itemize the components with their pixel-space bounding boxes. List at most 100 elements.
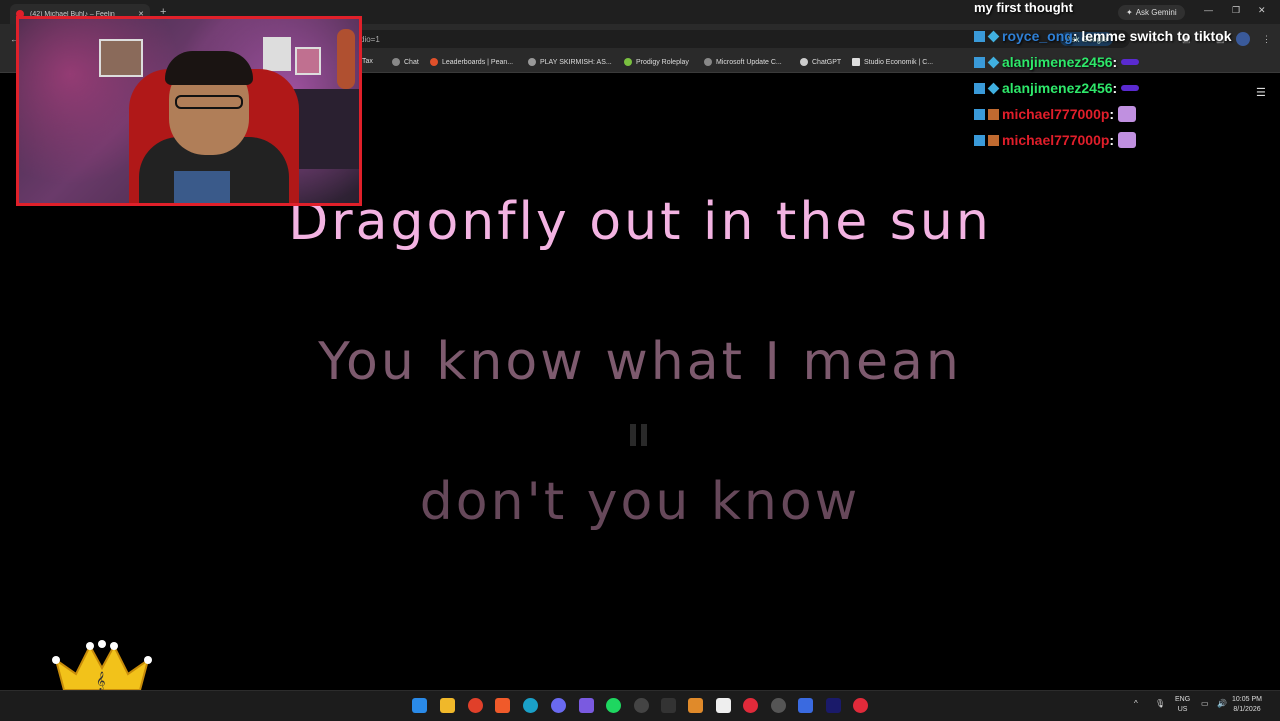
- ask-gemini-button[interactable]: ✦ Ask Gemini: [1118, 5, 1185, 20]
- file-explorer-icon[interactable]: [440, 698, 455, 713]
- sparkle-icon: ✦: [1126, 8, 1133, 17]
- chat-message: alanjimenez2456 :: [974, 49, 1234, 75]
- emote-icon: [1118, 106, 1137, 122]
- glasses-image: [175, 95, 243, 109]
- clock-date: 8/1/2026: [1233, 706, 1261, 713]
- bookmark-item[interactable]: Studio Economik | C...: [852, 58, 933, 66]
- more-menu-icon[interactable]: ⋮: [1262, 34, 1271, 45]
- prime-badge-icon: [974, 30, 985, 42]
- calendar-app-icon[interactable]: [798, 698, 813, 713]
- minimize-icon[interactable]: —: [1204, 5, 1213, 15]
- emote-icon: [1121, 85, 1140, 91]
- bookmark-label: Studio Economik | C...: [864, 58, 934, 66]
- bookmark-item[interactable]: ChatGPT: [800, 58, 841, 66]
- discord-icon[interactable]: [551, 698, 566, 713]
- wall-poster: [295, 47, 321, 75]
- spotify-icon[interactable]: [606, 698, 621, 713]
- emote-icon: [1121, 59, 1140, 65]
- brave-icon[interactable]: [495, 698, 510, 713]
- globe-icon: [704, 58, 712, 66]
- chat-username: royce_ong: [1002, 28, 1073, 44]
- hamburger-menu-icon[interactable]: ☰: [1256, 86, 1266, 99]
- bookmark-label: Microsoft Update C...: [716, 58, 782, 66]
- maximize-icon[interactable]: ❐: [1232, 5, 1240, 16]
- bookmark-item[interactable]: Prodigy Roleplay: [624, 58, 689, 66]
- microphone-icon[interactable]: 🎙: [1155, 699, 1165, 708]
- clock[interactable]: 10:05 PM 8/1/2026: [1232, 695, 1262, 715]
- edge-icon[interactable]: [523, 698, 538, 713]
- bookmark-item[interactable]: Chat: [392, 58, 419, 66]
- wall-poster: [99, 39, 143, 77]
- prime-badge-icon: [974, 56, 985, 68]
- chat-username: michael777000p: [1002, 132, 1110, 148]
- audition-icon[interactable]: [826, 698, 841, 713]
- chat-text: :: [1109, 132, 1115, 148]
- close-window-icon[interactable]: ✕: [1258, 5, 1266, 16]
- bookmark-favicon-icon: [852, 58, 860, 66]
- svg-text:𝄞: 𝄞: [96, 671, 105, 691]
- streamer-hair-image: [165, 51, 253, 85]
- capcut-icon[interactable]: [716, 698, 731, 713]
- record-app-icon[interactable]: [853, 698, 868, 713]
- tray-overflow-icon[interactable]: ^: [1134, 699, 1138, 708]
- chat-message: michael777000p :: [974, 101, 1234, 127]
- volume-icon[interactable]: 🔊: [1217, 699, 1227, 708]
- prime-badge-icon: [974, 134, 985, 146]
- crown-icon: 𝄞: [52, 640, 152, 691]
- guitar-image: [337, 29, 355, 89]
- red-app-icon[interactable]: [743, 698, 758, 713]
- bookmark-label: ChatGPT: [812, 58, 842, 66]
- prime-badge-icon: [974, 82, 985, 94]
- bookmark-favicon-icon: [528, 58, 536, 66]
- emote-icon: [1118, 132, 1137, 148]
- 4k-app-icon[interactable]: [771, 698, 786, 713]
- bookmark-favicon-icon: [624, 58, 632, 66]
- language-indicator[interactable]: ENG US: [1175, 695, 1190, 715]
- wall-poster: [263, 37, 291, 71]
- bookmark-item[interactable]: Microsoft Update C...: [704, 58, 782, 66]
- gift-badge-icon: [988, 134, 999, 146]
- globe-icon: [392, 58, 400, 66]
- obs-icon[interactable]: [634, 698, 649, 713]
- chat-overlay: royce_ong : lemme switch to tiktok alanj…: [974, 23, 1234, 153]
- chat-text: :: [1109, 106, 1115, 122]
- lyric-next-line: You know what I mean: [318, 332, 962, 392]
- bookmark-label: Leaderboards | Pean...: [442, 58, 514, 66]
- waveform-app-icon[interactable]: [661, 698, 676, 713]
- prime-badge-icon: [974, 108, 985, 120]
- chatgpt-icon: [800, 58, 808, 66]
- bookmark-label: Prodigy Roleplay: [636, 58, 689, 66]
- sub-badge-icon: [987, 30, 1000, 42]
- windows-icon[interactable]: [412, 698, 427, 713]
- chat-message: michael777000p :: [974, 127, 1234, 153]
- desk-setup-image: [289, 89, 359, 169]
- sub-badge-icon: [987, 82, 1000, 94]
- chat-top-message: my first thought: [974, 0, 1073, 15]
- network-icon[interactable]: ▭: [1201, 699, 1209, 708]
- gift-badge-icon: [988, 108, 999, 120]
- grid-app-icon[interactable]: [579, 698, 594, 713]
- folder-app-icon[interactable]: [688, 698, 703, 713]
- profile-avatar[interactable]: [1236, 32, 1250, 46]
- clock-time: 10:05 PM: [1232, 696, 1262, 703]
- bookmark-item[interactable]: Tax: [362, 58, 373, 65]
- chat-username: michael777000p: [1002, 106, 1110, 122]
- bookmark-label: PLAY SKIRMISH: AS...: [540, 58, 612, 66]
- bookmark-label: Chat: [404, 58, 419, 66]
- bookmark-label: Tax: [362, 58, 373, 65]
- chat-message: royce_ong : lemme switch to tiktok: [974, 23, 1234, 49]
- bookmark-item[interactable]: Leaderboards | Pean...: [430, 58, 513, 66]
- chrome-icon[interactable]: [468, 698, 483, 713]
- pause-icon[interactable]: [630, 424, 650, 446]
- lyric-following-line: don't you know: [419, 472, 861, 532]
- chat-username: alanjimenez2456: [1002, 80, 1113, 96]
- chat-username: alanjimenez2456: [1002, 54, 1113, 70]
- address-text: dio=1: [360, 34, 380, 44]
- chat-text: : lemme switch to tiktok: [1072, 28, 1232, 44]
- shirt-graphic-image: [174, 171, 230, 203]
- ask-gemini-label: Ask Gemini: [1135, 8, 1177, 17]
- bookmark-item[interactable]: PLAY SKIRMISH: AS...: [528, 58, 612, 66]
- region-code: US: [1177, 706, 1188, 713]
- chat-text: :: [1112, 80, 1118, 96]
- taskbar: ^ 🎙 ENG US ▭ 🔊 10:05 PM 8/1/2026: [0, 690, 1280, 721]
